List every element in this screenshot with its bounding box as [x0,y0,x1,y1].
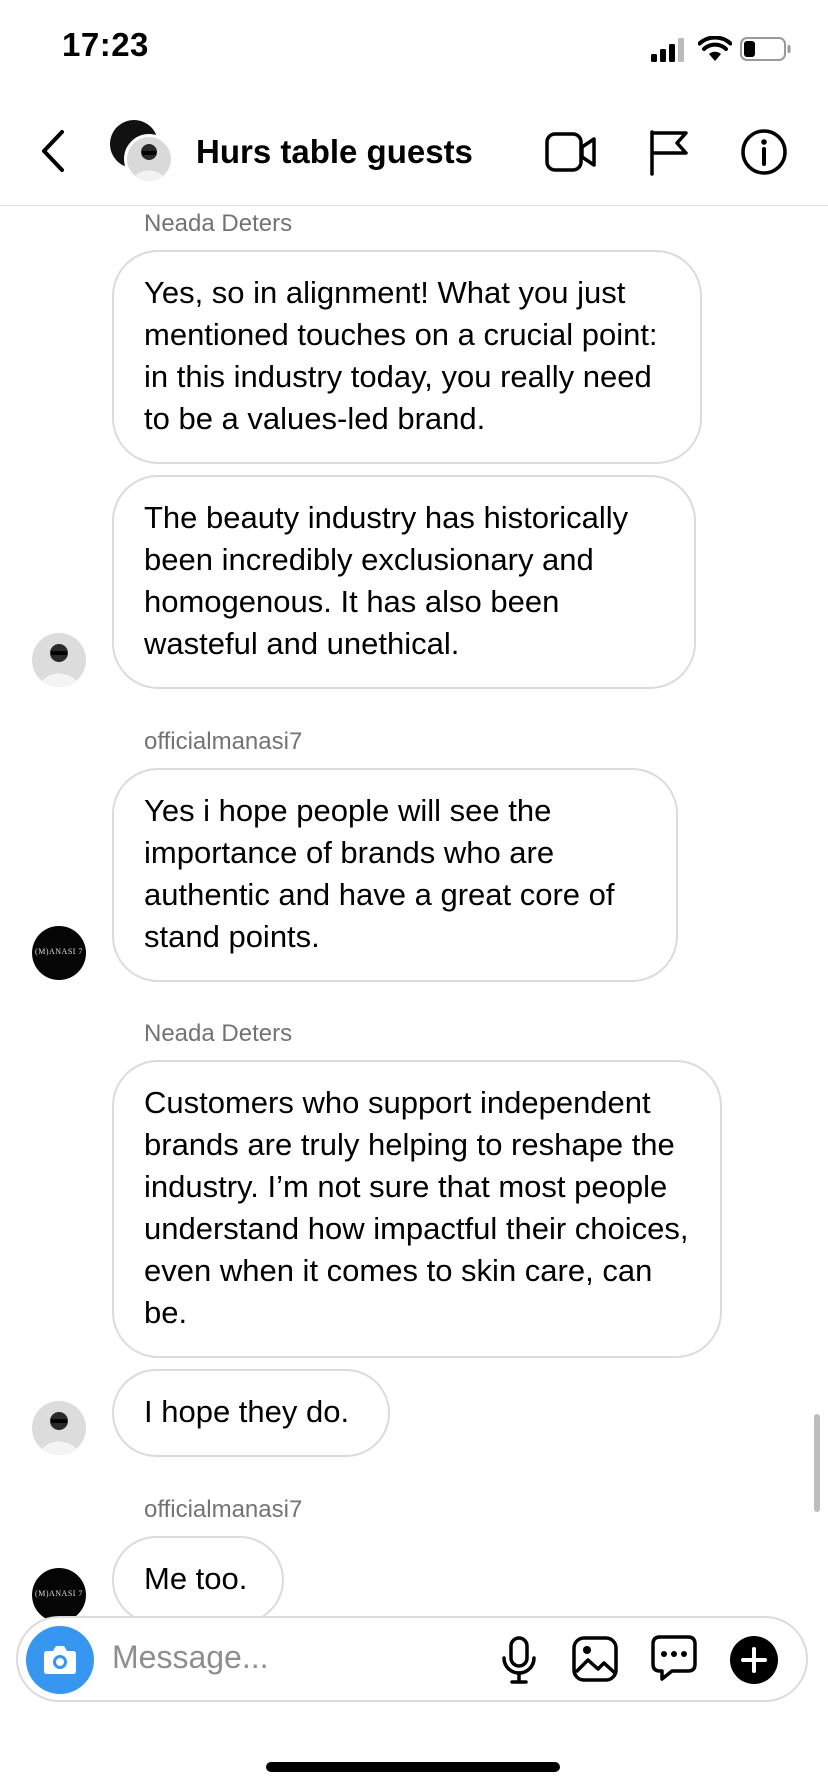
sender-name: officialmanasi7 [144,728,303,755]
microphone-icon[interactable] [500,1636,538,1684]
camera-icon [44,1646,76,1674]
cellular-signal-icon [651,38,684,62]
video-camera-icon[interactable] [545,130,597,174]
message-bubble[interactable]: Customers who support independent brands… [112,1060,722,1358]
info-icon[interactable] [740,128,788,176]
back-chevron-icon[interactable] [34,126,74,176]
group-avatar[interactable] [110,120,176,186]
sender-avatar[interactable] [32,1401,86,1455]
scrollbar[interactable] [814,1414,820,1512]
message-bubble[interactable]: Yes, so in alignment! What you just ment… [112,250,702,464]
battery-icon [740,37,791,61]
message-bubble[interactable]: I hope they do. [112,1369,390,1457]
sender-name: Neada Deters [144,1020,293,1047]
sender-avatar-logo[interactable]: (M)ANASI 7 [32,1568,86,1622]
avatar-logo-text: (M)ANASI 7 [35,947,83,956]
message-bubble[interactable]: The beauty industry has historically bee… [112,475,696,689]
camera-button[interactable] [26,1626,94,1694]
plus-icon [741,1647,767,1673]
status-time: 17:23 [62,26,149,63]
wifi-icon [698,36,732,61]
message-bubble[interactable]: Me too. [112,1536,284,1624]
avatar-logo-text: (M)ANASI 7 [35,1589,83,1598]
message-bubble[interactable]: Yes i hope people will see the importanc… [112,768,678,982]
add-button[interactable] [730,1636,778,1684]
chat-sticker-icon[interactable] [650,1634,698,1682]
home-indicator[interactable] [266,1762,560,1772]
sender-name: Neada Deters [144,210,293,237]
chat-title[interactable]: Hurs table guests [196,133,473,171]
flag-icon[interactable] [648,128,690,176]
group-avatar-front [124,134,174,184]
sender-avatar-logo[interactable]: (M)ANASI 7 [32,926,86,980]
image-gallery-icon[interactable] [572,1636,618,1682]
sender-name: officialmanasi7 [144,1496,303,1523]
message-input[interactable] [112,1632,482,1682]
sender-avatar[interactable] [32,633,86,687]
